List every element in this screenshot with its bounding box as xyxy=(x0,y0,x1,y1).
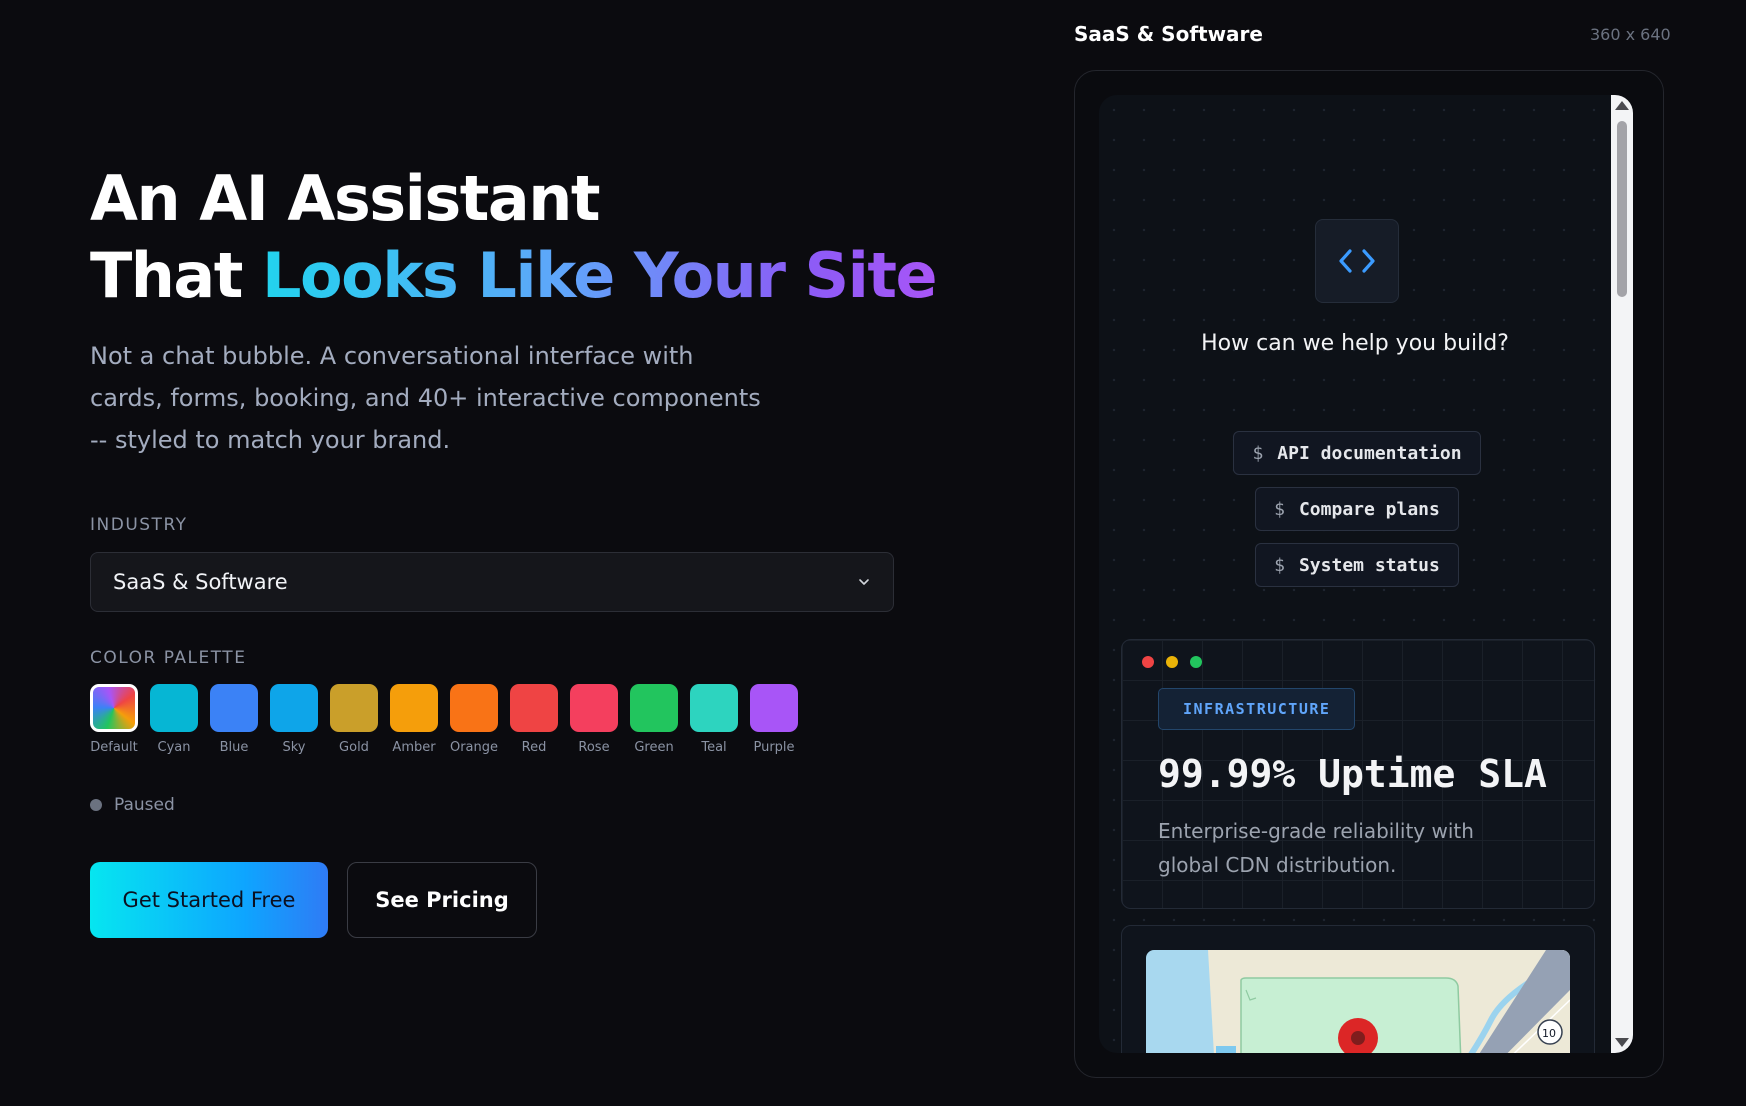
swatch-color[interactable] xyxy=(270,684,318,732)
swatch-purple[interactable]: Purple xyxy=(750,684,798,755)
swatch-color[interactable] xyxy=(330,684,378,732)
swatch-color[interactable] xyxy=(450,684,498,732)
swatch-color[interactable] xyxy=(690,684,738,732)
swatch-amber[interactable]: Amber xyxy=(390,684,438,755)
status-indicator: Paused xyxy=(90,795,175,815)
hero-title-line2-gradient: Looks Like Your Site xyxy=(262,239,938,312)
swatch-color[interactable] xyxy=(630,684,678,732)
map-shield-number: 10 xyxy=(1542,1027,1556,1040)
chip-label: API documentation xyxy=(1277,442,1462,464)
swatch-label: Purple xyxy=(753,740,795,755)
hero-subtitle: Not a chat bubble. A conversational inte… xyxy=(90,342,761,454)
swatch-color[interactable] xyxy=(570,684,618,732)
preview-title: SaaS & Software xyxy=(1074,22,1263,46)
window-dot-red xyxy=(1142,656,1154,668)
swatch-default[interactable]: Default xyxy=(90,684,138,755)
window-dot-green xyxy=(1190,656,1202,668)
preview-screen: How can we help you build? $ API documen… xyxy=(1099,95,1633,1053)
swatch-color[interactable] xyxy=(750,684,798,732)
color-palette-swatches: Default Cyan Blue Sky Gold Amber Orange Red Rose… xyxy=(90,684,798,755)
get-started-button[interactable]: Get Started Free xyxy=(90,862,328,938)
card-description: Enterprise-grade reliability with global… xyxy=(1158,819,1474,877)
preview-size: 360 x 640 xyxy=(1590,25,1671,44)
swatch-color[interactable] xyxy=(90,684,138,732)
map-image[interactable]: xpy 10 xyxy=(1146,950,1570,1053)
industry-select[interactable]: SaaS & Software xyxy=(90,552,894,612)
chip-prefix: $ xyxy=(1274,554,1285,576)
chip-prefix: $ xyxy=(1274,498,1285,520)
uptime-card: INFRASTRUCTURE 99.99% Uptime SLA Enterpr… xyxy=(1121,639,1595,909)
card-badge: INFRASTRUCTURE xyxy=(1158,688,1356,730)
chip-label: Compare plans xyxy=(1298,498,1440,520)
swatch-color[interactable] xyxy=(150,684,198,732)
swatch-color[interactable] xyxy=(510,684,558,732)
status-text: Paused xyxy=(114,795,175,815)
chip-label: System status xyxy=(1298,554,1440,576)
scrollbar-thumb[interactable] xyxy=(1617,121,1627,297)
swatch-orange[interactable]: Orange xyxy=(450,684,498,755)
swatch-cyan[interactable]: Cyan xyxy=(150,684,198,755)
preview-content: How can we help you build? $ API documen… xyxy=(1099,95,1611,1053)
hero-title: An AI Assistant That Looks Like Your Sit… xyxy=(90,160,940,314)
swatch-rose[interactable]: Rose xyxy=(570,684,618,755)
industry-label: INDUSTRY xyxy=(90,515,188,535)
map-card: xpy 10 xyxy=(1121,925,1595,1053)
swatch-label: Cyan xyxy=(157,740,191,755)
swatch-label: Default xyxy=(90,740,138,755)
phone-preview-frame: How can we help you build? $ API documen… xyxy=(1074,70,1664,1078)
swatch-label: Teal xyxy=(701,740,727,755)
swatch-label: Gold xyxy=(339,740,369,755)
swatch-label: Blue xyxy=(219,740,249,755)
chip-api-documentation[interactable]: $ API documentation xyxy=(1233,431,1481,475)
swatch-green[interactable]: Green xyxy=(630,684,678,755)
industry-selected-value: SaaS & Software xyxy=(113,570,288,594)
window-dot-yellow xyxy=(1166,656,1178,668)
color-palette-label: COLOR PALETTE xyxy=(90,648,247,668)
code-brackets-icon xyxy=(1315,219,1399,303)
swatch-sky[interactable]: Sky xyxy=(270,684,318,755)
scroll-down-arrow-icon[interactable] xyxy=(1615,1038,1629,1047)
swatch-label: Sky xyxy=(282,740,306,755)
swatch-label: Red xyxy=(521,740,547,755)
chip-compare-plans[interactable]: $ Compare plans xyxy=(1255,487,1459,531)
swatch-label: Amber xyxy=(392,740,436,755)
status-dot xyxy=(90,799,102,811)
swatch-label: Orange xyxy=(449,740,499,755)
help-title: How can we help you build? xyxy=(1201,331,1509,356)
swatch-color[interactable] xyxy=(390,684,438,732)
chevron-down-icon xyxy=(859,579,869,585)
swatch-teal[interactable]: Teal xyxy=(690,684,738,755)
window-dots xyxy=(1142,656,1202,668)
see-pricing-button[interactable]: See Pricing xyxy=(347,862,537,938)
swatch-color[interactable] xyxy=(210,684,258,732)
swatch-label: Rose xyxy=(578,740,610,755)
chip-system-status[interactable]: $ System status xyxy=(1255,543,1459,587)
preview-scrollbar[interactable] xyxy=(1611,95,1633,1053)
scroll-up-arrow-icon[interactable] xyxy=(1615,101,1629,110)
swatch-label: Green xyxy=(634,740,674,755)
hero-title-line1: An AI Assistant xyxy=(90,162,601,235)
chip-prefix: $ xyxy=(1252,442,1264,464)
swatch-red[interactable]: Red xyxy=(510,684,558,755)
hero-title-line2-plain: That xyxy=(90,239,262,312)
card-title: 99.99% Uptime SLA xyxy=(1158,752,1547,796)
swatch-blue[interactable]: Blue xyxy=(210,684,258,755)
swatch-gold[interactable]: Gold xyxy=(330,684,378,755)
